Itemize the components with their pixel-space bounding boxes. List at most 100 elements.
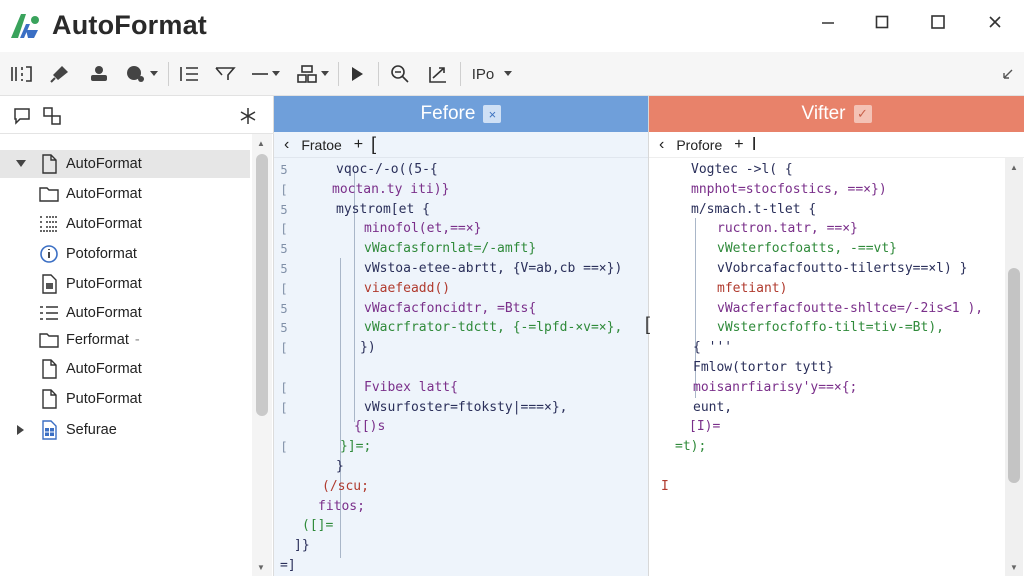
minimize-icon bbox=[822, 22, 834, 24]
stamp-button[interactable] bbox=[86, 62, 112, 86]
splitter-handle[interactable]: [ bbox=[645, 314, 650, 335]
sidebar-toolbar bbox=[0, 96, 274, 134]
code-line[interactable]: fitos; bbox=[318, 497, 365, 517]
code-line[interactable]: vWsterfocfoffo-tilt=tiv-=Bt), bbox=[717, 318, 944, 338]
play-button[interactable] bbox=[344, 62, 370, 86]
before-subheader: ‹ Fratoe + [ bbox=[274, 132, 648, 158]
scroll-up-icon[interactable]: ▲ bbox=[252, 136, 270, 150]
expand-arrow-icon[interactable] bbox=[10, 416, 32, 444]
code-line[interactable]: minofol(et,==×} bbox=[364, 219, 481, 239]
code-line[interactable]: {[)s bbox=[354, 417, 385, 437]
title-bar: AutoFormat bbox=[0, 0, 1024, 52]
code-line[interactable]: vWsurfoster=ftoksty|===×}, bbox=[364, 398, 568, 418]
comment-button[interactable] bbox=[10, 104, 34, 128]
back-chevron-icon[interactable]: ‹ bbox=[284, 136, 289, 154]
code-line[interactable]: mnphot=stocfostics, ==×}) bbox=[691, 180, 887, 200]
tree-item[interactable]: AutoFormat bbox=[0, 299, 250, 327]
code-line[interactable]: Fvibex latt{ bbox=[364, 378, 458, 398]
line-dropdown[interactable] bbox=[250, 62, 280, 86]
code-line[interactable]: [I)= bbox=[689, 417, 720, 437]
tree-item-label: AutoFormat bbox=[66, 305, 142, 321]
list-icon bbox=[180, 67, 198, 81]
before-code[interactable]: 5 vqoc-/-o((5-{[moctan.ty iti)} 5 mystrom[e… bbox=[274, 158, 648, 576]
palette-dropdown[interactable] bbox=[120, 62, 162, 86]
asterisk-button[interactable] bbox=[236, 104, 260, 128]
tree-item[interactable]: Potoformat bbox=[0, 240, 250, 268]
chart-button[interactable] bbox=[424, 62, 452, 86]
chart-icon bbox=[429, 67, 446, 83]
tree-item[interactable]: AutoFormat bbox=[0, 210, 250, 238]
code-line[interactable]: ructron.tatr, ==×} bbox=[717, 219, 858, 239]
list-icon bbox=[36, 299, 62, 327]
close-button[interactable] bbox=[975, 8, 1015, 36]
line-gutter-marker: [ bbox=[280, 380, 288, 395]
scroll-thumb[interactable] bbox=[1008, 268, 1020, 483]
code-line[interactable]: Fmlow(tortor tytt} bbox=[693, 358, 834, 378]
add-button[interactable]: + bbox=[734, 136, 743, 154]
code-line[interactable]: vWacferfacfoutte-shltce=/-2is<1 ), bbox=[717, 299, 983, 319]
code-line[interactable]: vWacfacfoncidtr, =Bts{ bbox=[364, 299, 536, 319]
code-line[interactable]: Vogtec ->l( { bbox=[691, 160, 793, 180]
list-button[interactable] bbox=[176, 62, 202, 86]
code-line[interactable]: }) bbox=[360, 338, 376, 358]
link-node-button[interactable] bbox=[40, 104, 64, 128]
view-dropdown[interactable]: IPo bbox=[468, 62, 516, 86]
add-button[interactable]: + bbox=[354, 136, 363, 154]
tree-item[interactable]: AutoFormat bbox=[0, 180, 250, 208]
code-line[interactable]: moisanrfiarisy'y==×{; bbox=[693, 378, 857, 398]
after-scrollbar[interactable]: ▲ ▼ bbox=[1005, 158, 1023, 576]
tree-item[interactable]: Sefurae bbox=[0, 416, 250, 444]
code-line[interactable]: vVobrcafacfoutto-tilertsy==×l) } bbox=[717, 259, 967, 279]
code-line[interactable]: I bbox=[661, 477, 669, 497]
code-line[interactable]: }]=; bbox=[340, 437, 371, 457]
code-line[interactable]: vWstoa-etee-abrtt, {V=ab,cb ==×}) bbox=[364, 259, 622, 279]
tree-item[interactable]: PutoFormat bbox=[0, 270, 250, 298]
code-line[interactable]: mfetiant) bbox=[717, 279, 787, 299]
code-line[interactable]: { ''' bbox=[693, 338, 732, 358]
expand-arrow-icon[interactable] bbox=[10, 150, 32, 178]
columns-button[interactable] bbox=[8, 62, 36, 86]
scroll-thumb[interactable] bbox=[256, 154, 268, 416]
tree-item[interactable]: AutoFormat bbox=[0, 355, 250, 383]
after-code[interactable]: Vogtec ->l( {mnphot=stocfostics, ==×}) m/… bbox=[649, 158, 1024, 576]
restore-button[interactable] bbox=[918, 8, 958, 36]
code-line[interactable]: =t); bbox=[675, 437, 706, 457]
close-badge-icon[interactable]: × bbox=[483, 105, 502, 123]
scroll-up-icon[interactable]: ▲ bbox=[1005, 160, 1023, 174]
minimize-button[interactable] bbox=[808, 8, 848, 36]
code-line[interactable]: vqoc-/-o((5-{ bbox=[336, 160, 438, 180]
maximize-button[interactable] bbox=[862, 8, 902, 36]
chevron-down-icon bbox=[271, 71, 280, 76]
code-line[interactable]: ([]= bbox=[302, 516, 333, 536]
code-line[interactable]: vWacfasfornlat=/-amft} bbox=[364, 239, 536, 259]
inspect-button[interactable] bbox=[386, 62, 414, 86]
tree-item[interactable]: Ferformat - bbox=[0, 326, 250, 354]
play-icon bbox=[352, 67, 363, 81]
check-badge-icon[interactable]: ✓ bbox=[853, 105, 872, 123]
collapse-toolbar-button[interactable] bbox=[998, 62, 1018, 86]
code-line[interactable]: mystrom[et { bbox=[336, 200, 430, 220]
brush-button[interactable] bbox=[46, 62, 72, 86]
code-line[interactable]: moctan.ty iti)} bbox=[332, 180, 449, 200]
scroll-down-icon[interactable]: ▼ bbox=[252, 560, 270, 574]
line-gutter-marker: 5 bbox=[280, 202, 288, 217]
grid-dropdown[interactable] bbox=[290, 62, 334, 86]
merge-button[interactable] bbox=[212, 62, 238, 86]
code-line[interactable]: (/scu; bbox=[322, 477, 369, 497]
scroll-down-icon[interactable]: ▼ bbox=[1005, 560, 1023, 574]
code-line[interactable]: vWacrfrator-tdctt, {-=lpfd-×v=×}, bbox=[364, 318, 622, 338]
code-line[interactable]: } bbox=[336, 457, 344, 477]
tree-item[interactable]: PutoFormat bbox=[0, 385, 250, 413]
code-line[interactable]: vWeterfocfoatts, -==vt} bbox=[717, 239, 897, 259]
code-line[interactable]: =] bbox=[280, 556, 296, 576]
code-line[interactable]: m/smach.t-tlet { bbox=[691, 200, 816, 220]
tree-item[interactable]: AutoFormat bbox=[0, 150, 250, 178]
code-line[interactable]: viaefeadd() bbox=[364, 279, 450, 299]
back-chevron-icon[interactable]: ‹ bbox=[659, 136, 664, 154]
code-line[interactable]: eunt, bbox=[693, 398, 732, 418]
code-line[interactable]: ]} bbox=[294, 536, 310, 556]
chevron-down-icon bbox=[320, 71, 329, 76]
sidebar-scrollbar[interactable]: ▲ ▼ bbox=[252, 134, 272, 576]
